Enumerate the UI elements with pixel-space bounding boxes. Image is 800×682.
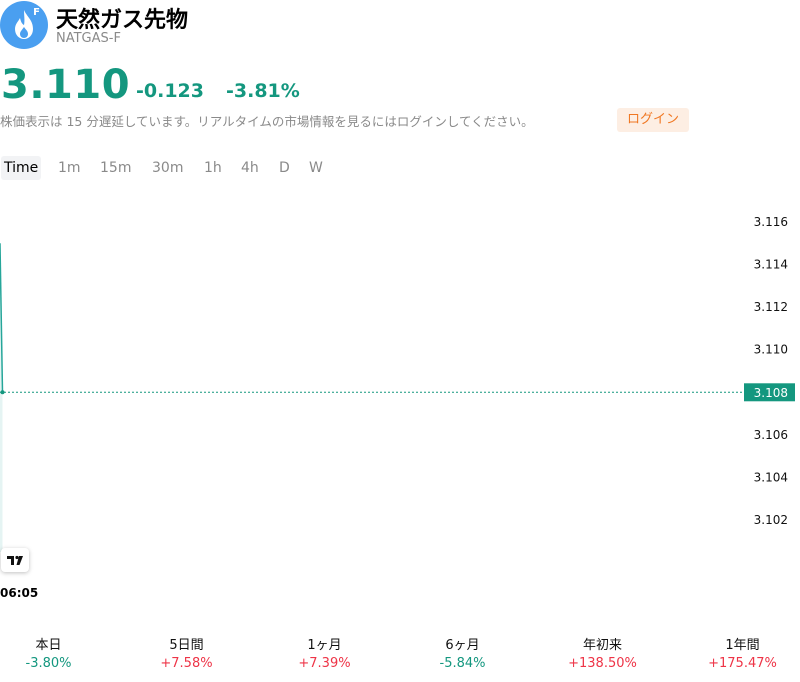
login-button[interactable]: ログイン [617, 108, 689, 132]
page-title: 天然ガス先物 [56, 8, 189, 33]
perf-label: 本日 [35, 638, 62, 653]
perf-6m[interactable]: 6ヶ月 -5.84% [396, 634, 529, 671]
y-axis-tick-label: 3.112 [754, 300, 788, 314]
y-axis-tick-label: 3.106 [754, 428, 788, 442]
perf-1y[interactable]: 1年間 +175.47% [676, 634, 800, 671]
tab-4h[interactable]: 4h [241, 156, 259, 180]
tab-15m[interactable]: 15m [100, 156, 131, 180]
tab-1h[interactable]: 1h [204, 156, 222, 180]
perf-value: +7.58% [160, 656, 213, 671]
price-change: -0.123 [136, 80, 204, 102]
y-axis-tick-label: 3.102 [754, 513, 788, 527]
instrument-logo: F [0, 1, 48, 49]
tradingview-logo[interactable] [1, 548, 29, 572]
performance-bar: 本日 -3.80% 5日間 +7.58% 1ヶ月 +7.39% 6ヶ月 -5.8… [0, 634, 800, 674]
perf-value: -5.84% [439, 656, 486, 671]
perf-value: +175.47% [708, 656, 777, 671]
perf-label: 1年間 [725, 638, 760, 653]
perf-label: 5日間 [169, 638, 204, 653]
perf-ytd[interactable]: 年初来 +138.50% [536, 634, 669, 671]
tab-1m[interactable]: 1m [58, 156, 81, 180]
y-axis-tick-label: 3.116 [754, 215, 788, 229]
logo-badge: F [33, 7, 40, 18]
y-axis-tick-label: 3.104 [754, 470, 788, 484]
perf-1m[interactable]: 1ヶ月 +7.39% [258, 634, 391, 671]
last-price-label: 3.108 [754, 386, 788, 400]
y-axis-tick-label: 3.110 [754, 343, 788, 357]
perf-label: 年初来 [582, 638, 622, 653]
perf-today[interactable]: 本日 -3.80% [0, 634, 115, 671]
last-price-point [0, 390, 5, 395]
ticker-symbol: NATGAS-F [56, 31, 121, 46]
flame-icon [15, 10, 33, 39]
tab-d[interactable]: D [279, 156, 290, 180]
perf-value: +7.39% [298, 656, 351, 671]
perf-label: 1ヶ月 [307, 638, 342, 653]
last-price: 3.110 [1, 62, 131, 108]
perf-value: -3.80% [25, 656, 72, 671]
price-chart[interactable]: 3.116 3.114 3.112 3.110 3.106 3.104 3.102 3.108 [0, 190, 800, 580]
price-change-percent: -3.81% [226, 80, 300, 102]
delay-notice: 株価表示は 15 分遅延しています。リアルタイムの市場情報を見るにはログインして… [0, 114, 534, 129]
perf-label: 6ヶ月 [445, 638, 480, 653]
tab-w[interactable]: W [309, 156, 323, 180]
tradingview-icon [7, 555, 23, 565]
perf-value: +138.50% [568, 656, 637, 671]
tab-30m[interactable]: 30m [152, 156, 183, 180]
x-axis-tick-label: 06:05 [0, 586, 39, 600]
y-axis-tick-label: 3.114 [754, 258, 788, 272]
tab-time[interactable]: Time [1, 156, 42, 180]
perf-5d[interactable]: 5日間 +7.58% [120, 634, 253, 671]
